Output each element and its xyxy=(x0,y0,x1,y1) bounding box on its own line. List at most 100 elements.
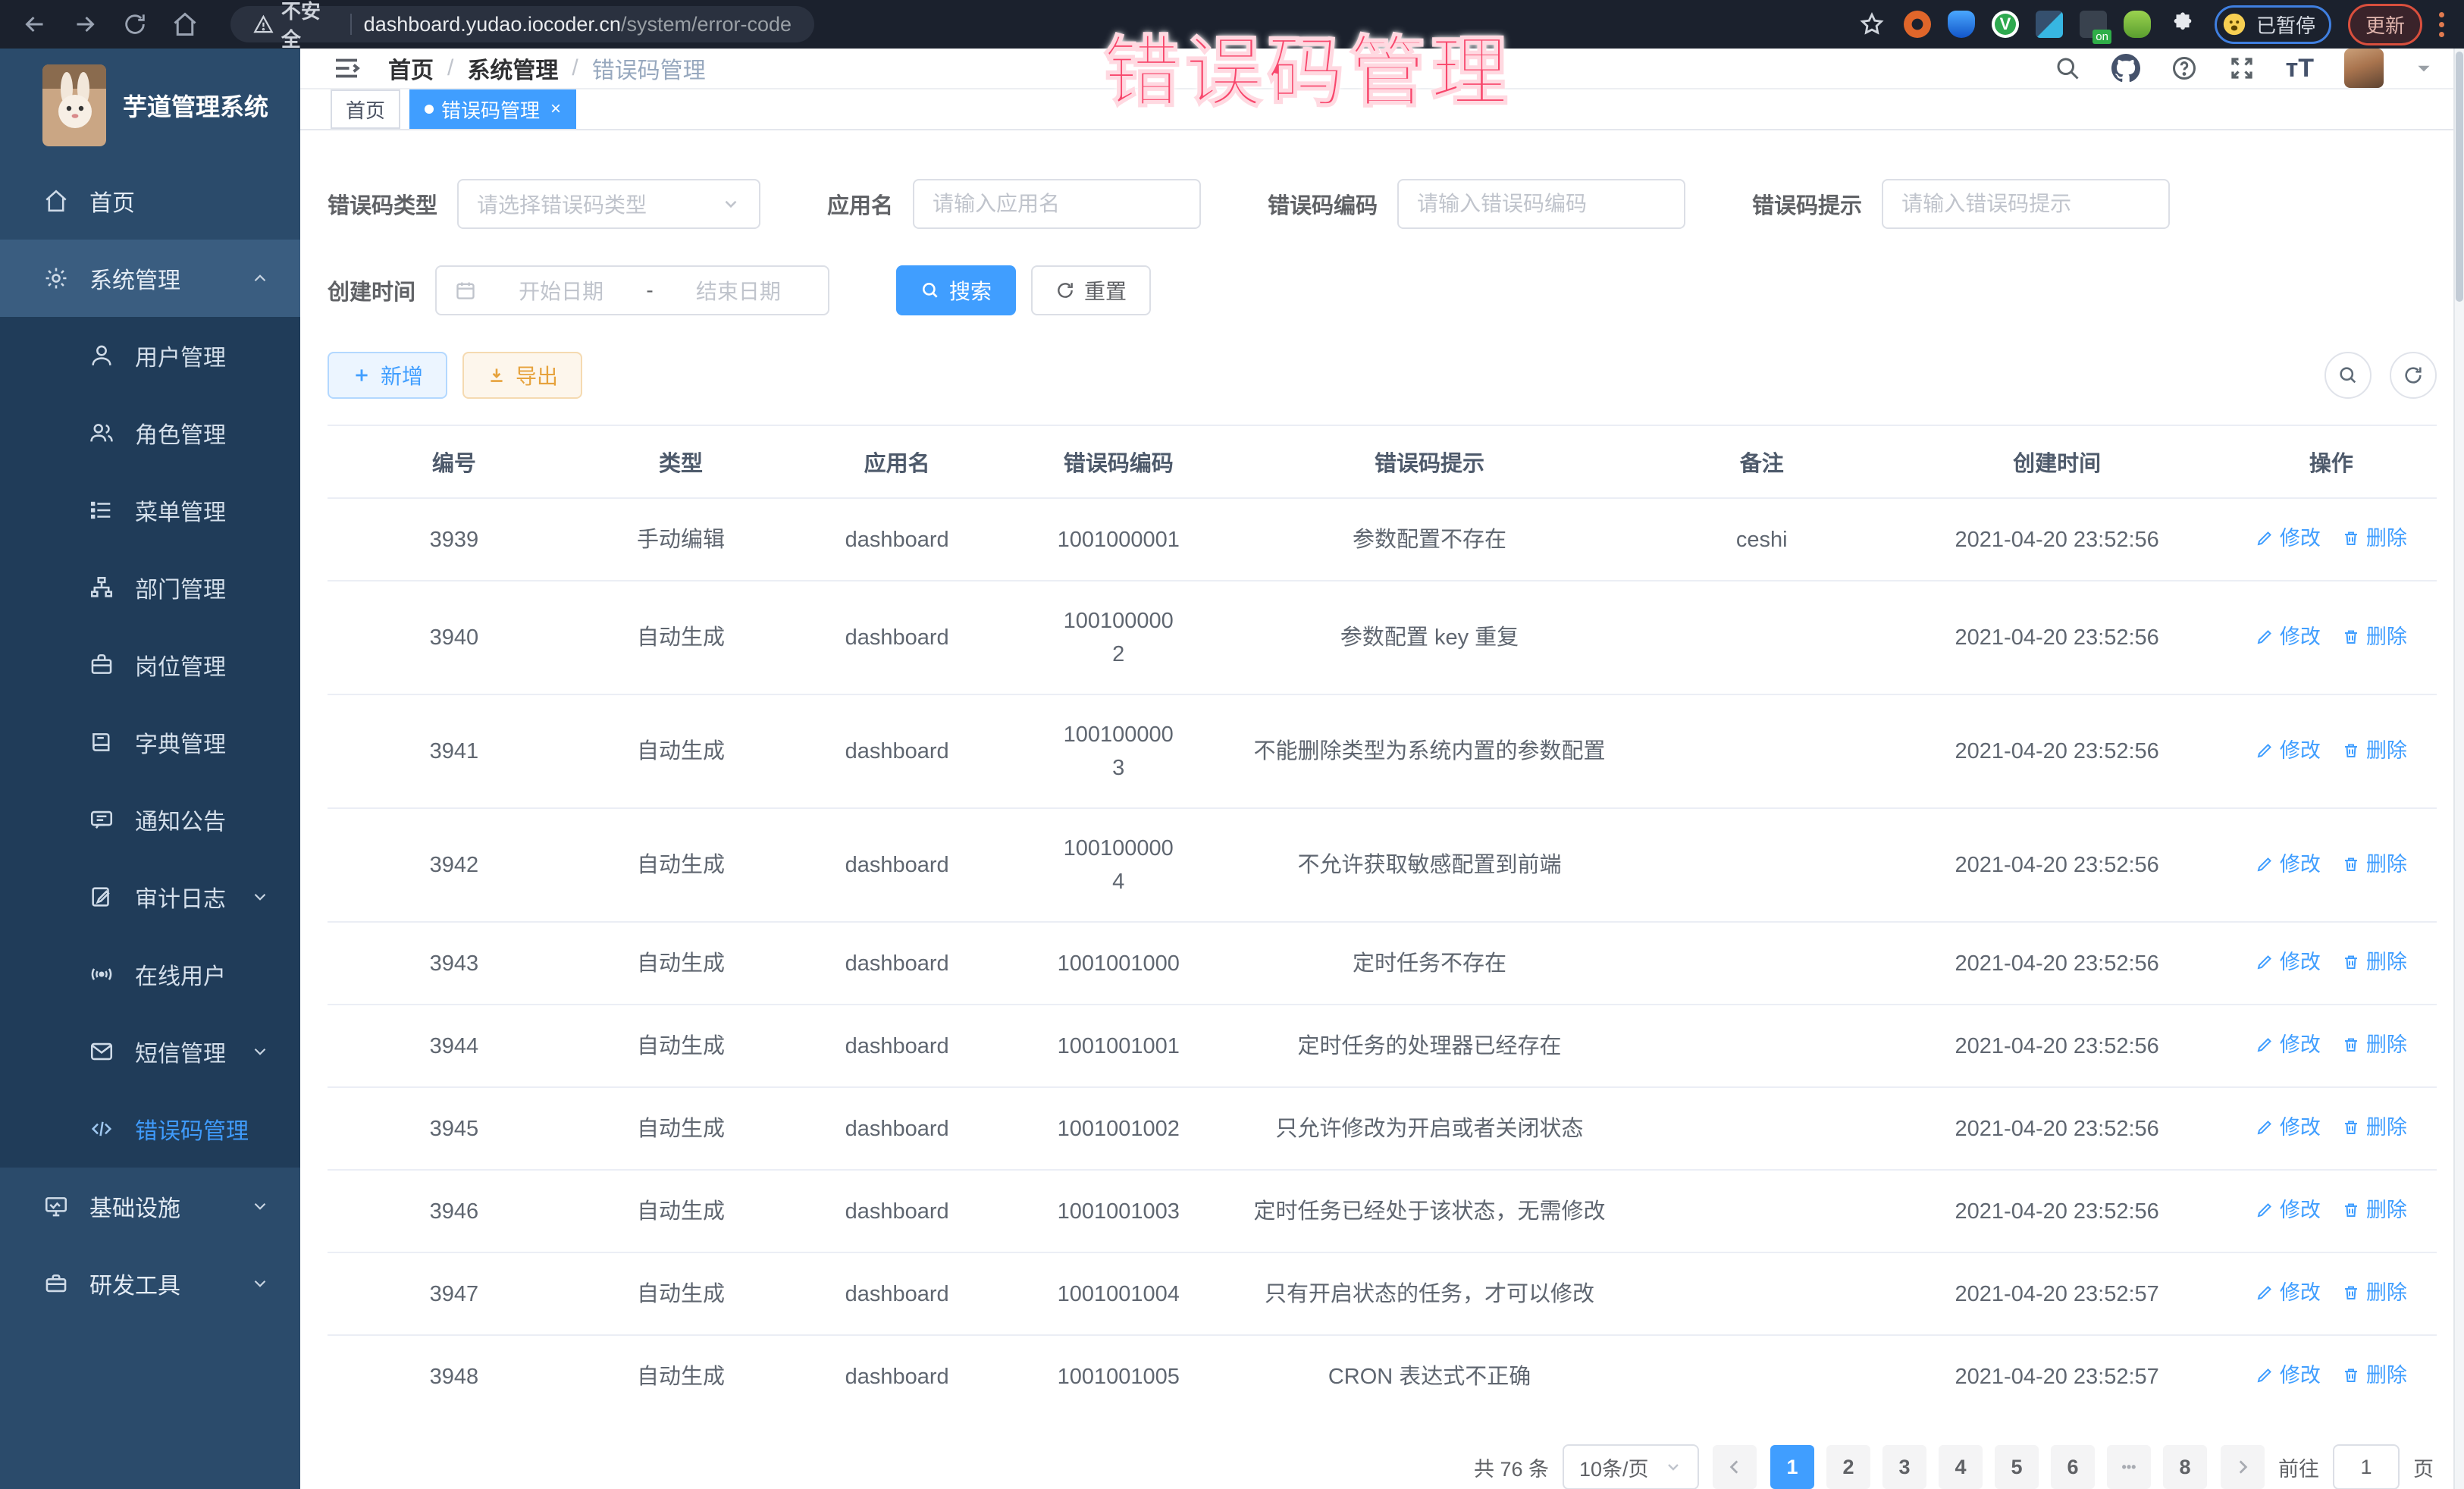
font-size-icon[interactable]: тТ xyxy=(2286,54,2314,83)
date-range-picker[interactable]: 开始日期 - 结束日期 xyxy=(435,265,829,315)
search-button[interactable]: 搜索 xyxy=(896,265,1016,315)
browser-home-icon[interactable] xyxy=(170,9,200,39)
tab-active[interactable]: 错误码管理× xyxy=(409,89,576,129)
sidebar-item-dept[interactable]: 部门管理 xyxy=(0,549,300,626)
export-button[interactable]: 导出 xyxy=(462,352,582,399)
url-text[interactable]: dashboard.yudao.iocoder.cn/system/error-… xyxy=(364,13,792,36)
delete-link[interactable]: 删除 xyxy=(2342,1276,2407,1309)
breadcrumb-item[interactable]: 系统管理 xyxy=(467,52,558,85)
tree-icon xyxy=(88,574,115,601)
goto-page-input[interactable] xyxy=(2333,1444,2400,1489)
search-icon[interactable] xyxy=(2054,55,2081,82)
breadcrumb-item[interactable]: 首页 xyxy=(388,52,434,85)
edit-link[interactable]: 修改 xyxy=(2256,734,2321,767)
column-header: 类型 xyxy=(581,425,781,498)
extension-icon[interactable]: V xyxy=(1992,11,2019,38)
edit-link[interactable]: 修改 xyxy=(2256,1193,2321,1227)
sidebar-item-infra[interactable]: 基础设施 xyxy=(0,1168,300,1245)
row-type: 自动生成 xyxy=(581,922,781,1005)
delete-link[interactable]: 删除 xyxy=(2342,848,2407,881)
sidebar-item-notice[interactable]: 通知公告 xyxy=(0,781,300,858)
page-button-2[interactable]: 2 xyxy=(1826,1445,1870,1489)
edit-link[interactable]: 修改 xyxy=(2256,1276,2321,1309)
sidebar-item-dict[interactable]: 字典管理 xyxy=(0,704,300,781)
error-code-input[interactable] xyxy=(1417,192,1666,216)
profile-paused-badge[interactable]: 已暂停 xyxy=(2215,5,2331,44)
extension-icon[interactable] xyxy=(1948,11,1975,38)
extension-icon[interactable] xyxy=(1904,11,1931,38)
browser-back-icon[interactable] xyxy=(20,9,50,39)
page-button-1[interactable]: 1 xyxy=(1770,1445,1814,1489)
chevron-down-icon[interactable] xyxy=(2414,58,2434,78)
edit-link[interactable]: 修改 xyxy=(2256,1111,2321,1144)
extension-icon[interactable] xyxy=(2124,11,2151,38)
github-icon[interactable] xyxy=(2111,54,2140,83)
page-button-6[interactable]: 6 xyxy=(2051,1445,2095,1489)
edit-link[interactable]: 修改 xyxy=(2256,522,2321,555)
not-secure-warning[interactable]: 不安全 xyxy=(253,0,338,52)
browser-menu-icon[interactable] xyxy=(2439,12,2444,37)
delete-link[interactable]: 删除 xyxy=(2342,945,2407,979)
user-avatar[interactable] xyxy=(2344,49,2384,88)
page-scrollbar[interactable] xyxy=(2453,49,2464,1489)
next-page-button[interactable] xyxy=(2221,1445,2265,1489)
delete-link[interactable]: 删除 xyxy=(2342,1193,2407,1227)
extensions-puzzle-icon[interactable] xyxy=(2168,9,2198,39)
edit-link[interactable]: 修改 xyxy=(2256,945,2321,979)
help-icon[interactable] xyxy=(2171,55,2198,82)
row-code: 1001000002 xyxy=(1013,581,1224,694)
app-name-input[interactable] xyxy=(933,192,1181,216)
prev-page-button[interactable] xyxy=(1713,1445,1757,1489)
close-icon[interactable]: × xyxy=(550,99,561,120)
extension-icon[interactable]: on xyxy=(2080,11,2107,38)
sidebar-item-online-user[interactable]: 在线用户 xyxy=(0,936,300,1013)
logo-row[interactable]: 芋道管理系统 xyxy=(0,49,300,162)
page-button-3[interactable]: 3 xyxy=(1882,1445,1926,1489)
sidebar-item-devtools[interactable]: 研发工具 xyxy=(0,1245,300,1322)
sidebar-item-system[interactable]: 系统管理 xyxy=(0,240,300,317)
toggle-search-button[interactable] xyxy=(2324,352,2372,399)
browser-update-button[interactable]: 更新 xyxy=(2348,4,2422,45)
goto-suffix: 页 xyxy=(2413,1453,2434,1482)
error-msg-input[interactable] xyxy=(1901,192,2150,216)
add-button[interactable]: 新增 xyxy=(328,352,447,399)
more-pages-button[interactable]: ••• xyxy=(2107,1445,2151,1489)
sidebar-item-home[interactable]: 首页 xyxy=(0,162,300,240)
refresh-table-button[interactable] xyxy=(2390,352,2437,399)
browser-reload-icon[interactable] xyxy=(120,9,150,39)
error-type-select[interactable]: 请选择错误码类型 xyxy=(457,179,760,229)
edit-link[interactable]: 修改 xyxy=(2256,620,2321,654)
edit-link[interactable]: 修改 xyxy=(2256,1359,2321,1392)
sidebar-item-error-code[interactable]: 错误码管理 xyxy=(0,1090,300,1168)
page-button-4[interactable]: 4 xyxy=(1939,1445,1983,1489)
page-button-8[interactable]: 8 xyxy=(2163,1445,2207,1489)
delete-link[interactable]: 删除 xyxy=(2342,620,2407,654)
page-size-select[interactable]: 10条/页 xyxy=(1563,1444,1699,1489)
breadcrumb-separator: / xyxy=(447,55,453,81)
reset-button[interactable]: 重置 xyxy=(1031,265,1151,315)
bookmark-star-icon[interactable] xyxy=(1857,9,1887,39)
delete-link[interactable]: 删除 xyxy=(2342,1359,2407,1392)
sidebar-item-post[interactable]: 岗位管理 xyxy=(0,626,300,704)
sidebar-item-role[interactable]: 角色管理 xyxy=(0,394,300,472)
hamburger-icon[interactable] xyxy=(331,52,362,84)
delete-link[interactable]: 删除 xyxy=(2342,522,2407,555)
sidebar-item-user[interactable]: 用户管理 xyxy=(0,317,300,394)
sidebar-item-label: 基础设施 xyxy=(89,1190,180,1223)
edit-link[interactable]: 修改 xyxy=(2256,848,2321,881)
download-icon xyxy=(487,365,506,385)
url-bar[interactable]: 不安全 dashboard.yudao.iocoder.cn/system/er… xyxy=(230,6,814,42)
delete-link[interactable]: 删除 xyxy=(2342,734,2407,767)
browser-forward-icon[interactable] xyxy=(70,9,100,39)
sidebar-item-sms[interactable]: 短信管理 xyxy=(0,1013,300,1090)
filter-row-2: 创建时间 开始日期 - 结束日期 搜索 重置 xyxy=(328,265,2437,315)
page-button-5[interactable]: 5 xyxy=(1995,1445,2039,1489)
delete-link[interactable]: 删除 xyxy=(2342,1028,2407,1061)
fullscreen-icon[interactable] xyxy=(2228,55,2256,82)
sidebar-item-audit-log[interactable]: 审计日志 xyxy=(0,858,300,936)
edit-link[interactable]: 修改 xyxy=(2256,1028,2321,1061)
extension-icon[interactable] xyxy=(2036,11,2063,38)
delete-link[interactable]: 删除 xyxy=(2342,1111,2407,1144)
tab-inactive[interactable]: 首页 xyxy=(331,89,400,129)
sidebar-item-menu[interactable]: 菜单管理 xyxy=(0,472,300,549)
